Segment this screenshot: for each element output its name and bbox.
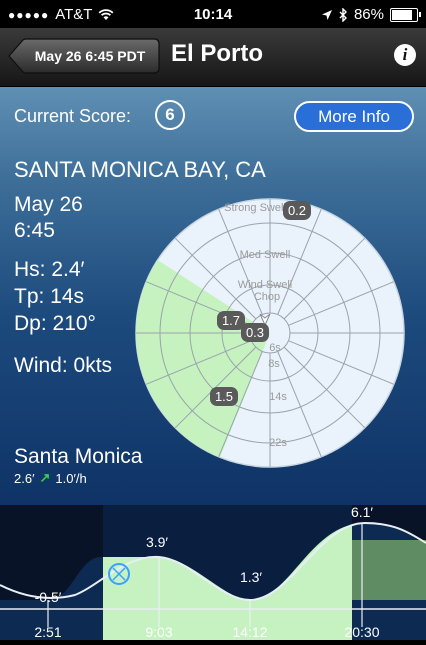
swell-badge-value: 1.5 [215, 389, 233, 404]
info-icon[interactable]: i [394, 44, 416, 66]
tide-chart[interactable]: -0.5′ 3.9′ 1.3′ 6.1′ 2:51 9:03 14:12 20:… [0, 504, 426, 640]
tide-station: Santa Monica [14, 445, 143, 468]
back-button[interactable]: May 26 6:45 PDT [8, 38, 160, 74]
location-arrow-icon [321, 9, 332, 20]
tide-time-label: 20:30 [344, 624, 379, 640]
swell-badge-value: 1.7 [222, 313, 240, 328]
tide-extreme-label: 6.1′ [351, 505, 373, 520]
battery-percent: 86% [353, 6, 384, 23]
rising-arrow-icon: ↗ [39, 470, 51, 485]
tide-time-label: 9:03 [145, 624, 172, 640]
ring-label: 22s [269, 437, 287, 449]
swell-badge-value: 0.3 [246, 325, 264, 340]
page-title: El Porto [171, 40, 264, 67]
tide-graph: -0.5′ 3.9′ 1.3′ 6.1′ 2:51 9:03 14:12 20:… [0, 504, 426, 640]
swell-rose: Strong Swell Med Swell Wind Swell Chop 6… [135, 198, 405, 468]
ring-label: 8s [268, 358, 280, 370]
bluetooth-icon [339, 7, 347, 22]
back-button-label: May 26 6:45 PDT [34, 48, 146, 64]
ring-label: Med Swell [240, 249, 291, 261]
ring-label: Strong Swell [224, 202, 286, 214]
ring-label: 6s [269, 342, 281, 354]
ring-label: 14s [269, 391, 287, 403]
tide-area-evening [352, 540, 426, 600]
ring-label: Wind Swell [238, 279, 292, 291]
status-bar: ●●●●● AT&T 10:14 86% [0, 0, 426, 28]
nav-bar: May 26 6:45 PDT El Porto i [0, 28, 426, 87]
tide-extreme-label: 1.3′ [240, 569, 262, 585]
tide-time-label: 2:51 [34, 624, 61, 640]
ring-label: Chop [254, 291, 280, 303]
status-right: 86% [321, 6, 421, 23]
tide-current: 2.6′ ↗ 1.0′/h [14, 470, 87, 486]
swell-badge-value: 0.2 [288, 203, 306, 218]
tide-time-label: 14:12 [232, 624, 267, 640]
conditions-panel: Current Score: 6 More Info SANTA MONICA … [0, 87, 426, 505]
tide-rate: 1.0′/h [55, 470, 87, 486]
tide-extreme-label: 3.9′ [146, 534, 168, 550]
tide-height: 2.6′ [14, 470, 35, 486]
battery-icon [390, 7, 421, 22]
tide-extreme-label: -0.5′ [35, 589, 62, 605]
